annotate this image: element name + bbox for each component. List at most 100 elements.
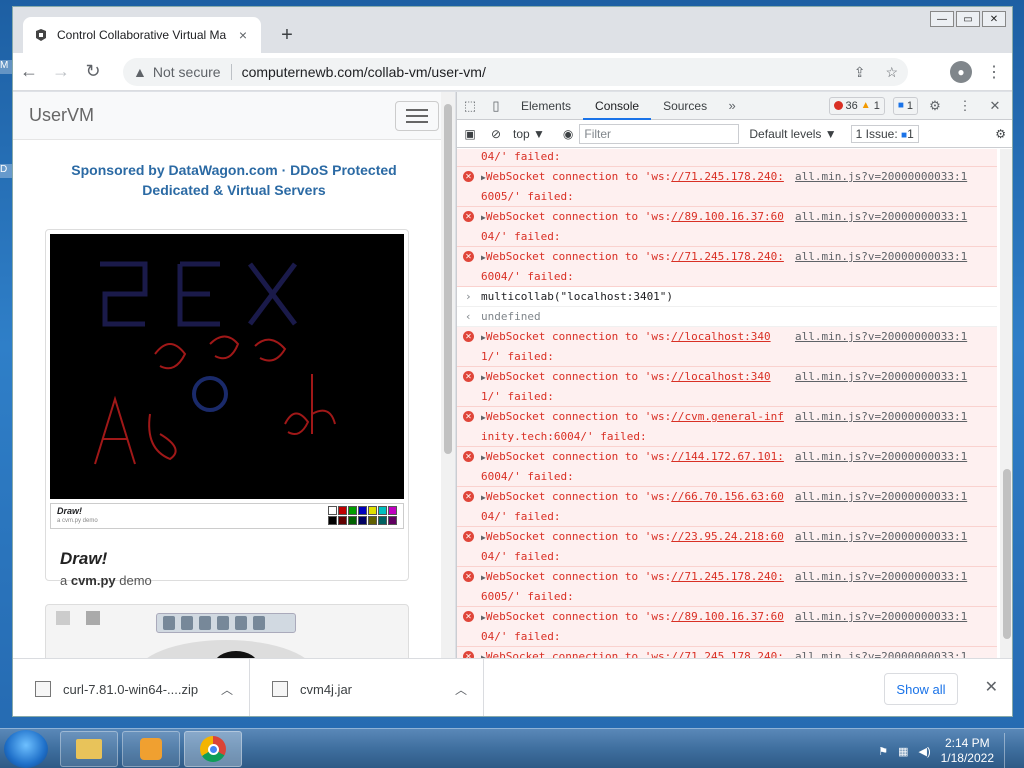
- palette-swatch[interactable]: [378, 516, 387, 525]
- console-input-echo[interactable]: › multicollab("localhost:3401"): [457, 287, 997, 307]
- context-select[interactable]: top ▼: [513, 127, 545, 141]
- tab-elements[interactable]: Elements: [509, 92, 583, 120]
- minimize-icon[interactable]: —: [930, 11, 954, 27]
- tab-console[interactable]: Console: [583, 92, 652, 120]
- filter-input[interactable]: Filter: [579, 123, 740, 144]
- bookmark-star-icon[interactable]: ☆: [885, 64, 898, 81]
- hamburger-menu-button[interactable]: [395, 100, 439, 131]
- source-link[interactable]: all.min.js?v=20000000033:1: [795, 449, 967, 464]
- palette-swatch[interactable]: [348, 506, 357, 515]
- source-link[interactable]: all.min.js?v=20000000033:1: [795, 209, 967, 224]
- console-error-row[interactable]: ✕ ▶WebSocket connection to 'ws://localhos…: [457, 367, 997, 407]
- warning-icon[interactable]: ▲: [133, 64, 147, 80]
- download-item[interactable]: cvm4j.jar ︿: [250, 659, 484, 716]
- action-center-icon[interactable]: ⚑: [878, 745, 888, 758]
- new-tab-button[interactable]: +: [275, 23, 299, 47]
- palette-swatch[interactable]: [378, 506, 387, 515]
- show-all-button[interactable]: Show all: [884, 673, 958, 705]
- download-item[interactable]: curl-7.81.0-win64-....zip ︿: [13, 659, 250, 716]
- more-tabs-icon[interactable]: »: [719, 98, 745, 113]
- forward-icon[interactable]: →: [45, 56, 77, 88]
- desktop-icon-edge[interactable]: D: [0, 164, 12, 178]
- error-warning-badge[interactable]: 36 ▲ 1: [828, 96, 885, 115]
- console-error-row[interactable]: ✕ ▶WebSocket connection to 'ws://localhos…: [457, 327, 997, 367]
- vm-card-draw[interactable]: Draw! a cvm.py demo Draw! a cvm.py demo: [45, 229, 409, 588]
- source-link[interactable]: all.min.js?v=20000000033:1: [795, 169, 967, 184]
- chevron-up-icon[interactable]: ︿: [455, 681, 467, 698]
- device-toggle-icon[interactable]: ▯: [483, 98, 509, 114]
- tab-close-icon[interactable]: ×: [235, 27, 251, 43]
- clear-console-icon[interactable]: ⊘: [483, 127, 509, 141]
- console-error-row[interactable]: ✕ ▶WebSocket connection to 'ws://71.245.1…: [457, 567, 997, 607]
- source-link[interactable]: all.min.js?v=20000000033:1: [795, 609, 967, 624]
- console-error-row[interactable]: ✕ ▶WebSocket connection to 'ws://23.95.24…: [457, 527, 997, 567]
- palette-swatch[interactable]: [388, 506, 397, 515]
- palette-swatch[interactable]: [358, 516, 367, 525]
- address-bar[interactable]: ▲ Not secure computernewb.com/collab-vm/…: [123, 58, 908, 86]
- palette-swatch[interactable]: [328, 516, 337, 525]
- palette-swatch[interactable]: [338, 516, 347, 525]
- issues-button[interactable]: 1 Issue: ■1: [850, 124, 919, 143]
- card-title[interactable]: Draw!: [60, 549, 394, 569]
- console-error-row[interactable]: ✕ ▶WebSocket connection to 'ws://89.100.1…: [457, 607, 997, 647]
- source-link[interactable]: all.min.js?v=20000000033:1: [795, 249, 967, 264]
- url-text[interactable]: computernewb.com/collab-vm/user-vm/: [242, 64, 486, 80]
- sponsor-banner[interactable]: Sponsored by DataWagon.com · DDoS Protec…: [13, 160, 455, 200]
- console-error-row[interactable]: ✕ ▶WebSocket connection to 'ws://144.172.…: [457, 447, 997, 487]
- volume-icon[interactable]: ◀): [918, 745, 930, 758]
- console-output[interactable]: 04/' failed: ✕ ▶WebSocket connection to '…: [457, 149, 997, 658]
- reload-icon[interactable]: ↻: [77, 56, 109, 88]
- log-levels-select[interactable]: Default levels ▼: [749, 127, 836, 141]
- not-secure-label[interactable]: Not secure: [153, 64, 221, 80]
- console-error-row[interactable]: ✕ ▶WebSocket connection to 'ws://66.70.15…: [457, 487, 997, 527]
- source-link[interactable]: all.min.js?v=20000000033:1: [795, 369, 967, 384]
- console-error-row[interactable]: ✕ ▶WebSocket connection to 'ws://89.100.1…: [457, 207, 997, 247]
- vm-thumbnail[interactable]: [50, 234, 404, 499]
- download-filename[interactable]: curl-7.81.0-win64-....zip: [63, 682, 198, 697]
- source-link[interactable]: all.min.js?v=20000000033:1: [795, 329, 967, 344]
- network-icon[interactable]: ▦: [898, 745, 908, 758]
- live-expression-eye-icon[interactable]: ◉: [563, 127, 573, 141]
- clock[interactable]: 2:14 PM 1/18/2022: [941, 736, 994, 766]
- tab-active[interactable]: Control Collaborative Virtual Ma ×: [23, 17, 261, 53]
- source-link[interactable]: all.min.js?v=20000000033:1: [795, 489, 967, 504]
- palette-swatch[interactable]: [348, 516, 357, 525]
- download-filename[interactable]: cvm4j.jar: [300, 682, 352, 697]
- tab-sources[interactable]: Sources: [651, 92, 719, 120]
- maximize-icon[interactable]: ▭: [956, 11, 980, 27]
- profile-avatar-icon[interactable]: ●: [950, 61, 972, 83]
- inspect-icon[interactable]: ⬚: [457, 98, 483, 114]
- sponsor-line-1[interactable]: Sponsored by DataWagon.com · DDoS Protec…: [43, 160, 425, 180]
- back-icon[interactable]: ←: [13, 56, 45, 88]
- vm-card-desktop[interactable]: [45, 604, 409, 658]
- taskbar-explorer[interactable]: [60, 731, 118, 767]
- desktop-icon-edge[interactable]: M: [0, 60, 12, 74]
- palette-swatch[interactable]: [338, 506, 347, 515]
- settings-gear-icon[interactable]: ⚙: [922, 98, 948, 114]
- console-error-row[interactable]: ✕ ▶WebSocket connection to 'ws://71.245.1…: [457, 167, 997, 207]
- console-error-row[interactable]: ✕ ▶WebSocket connection to 'ws://71.245.1…: [457, 247, 997, 287]
- more-menu-icon[interactable]: ⋮: [986, 62, 1002, 82]
- close-shelf-icon[interactable]: ✕: [985, 677, 998, 697]
- source-link[interactable]: all.min.js?v=20000000033:1: [795, 409, 967, 424]
- share-icon[interactable]: ⇪: [854, 64, 866, 81]
- show-desktop-button[interactable]: [1004, 733, 1014, 768]
- palette-swatch[interactable]: [368, 516, 377, 525]
- console-error-row[interactable]: ✕ ▶WebSocket connection to 'ws://cvm.gene…: [457, 407, 997, 447]
- taskbar-chrome[interactable]: [184, 731, 242, 767]
- palette-swatch[interactable]: [358, 506, 367, 515]
- close-window-icon[interactable]: ✕: [982, 11, 1006, 27]
- sponsor-line-2[interactable]: Dedicated & Virtual Servers: [43, 180, 425, 200]
- taskbar-media-player[interactable]: [122, 731, 180, 767]
- start-button[interactable]: [4, 730, 48, 768]
- site-brand[interactable]: UserVM: [29, 105, 94, 126]
- console-settings-icon[interactable]: ⚙: [995, 127, 1006, 141]
- palette-swatch[interactable]: [368, 506, 377, 515]
- source-link[interactable]: all.min.js?v=20000000033:1: [795, 529, 967, 544]
- more-options-icon[interactable]: ⋮: [952, 98, 978, 114]
- palette-swatch[interactable]: [328, 506, 337, 515]
- console-error-row[interactable]: ✕ ▶WebSocket connection to 'ws://71.245.1…: [457, 647, 997, 658]
- source-link[interactable]: all.min.js?v=20000000033:1: [795, 649, 967, 658]
- messages-badge[interactable]: ■ 1: [892, 96, 918, 115]
- chevron-up-icon[interactable]: ︿: [221, 681, 233, 698]
